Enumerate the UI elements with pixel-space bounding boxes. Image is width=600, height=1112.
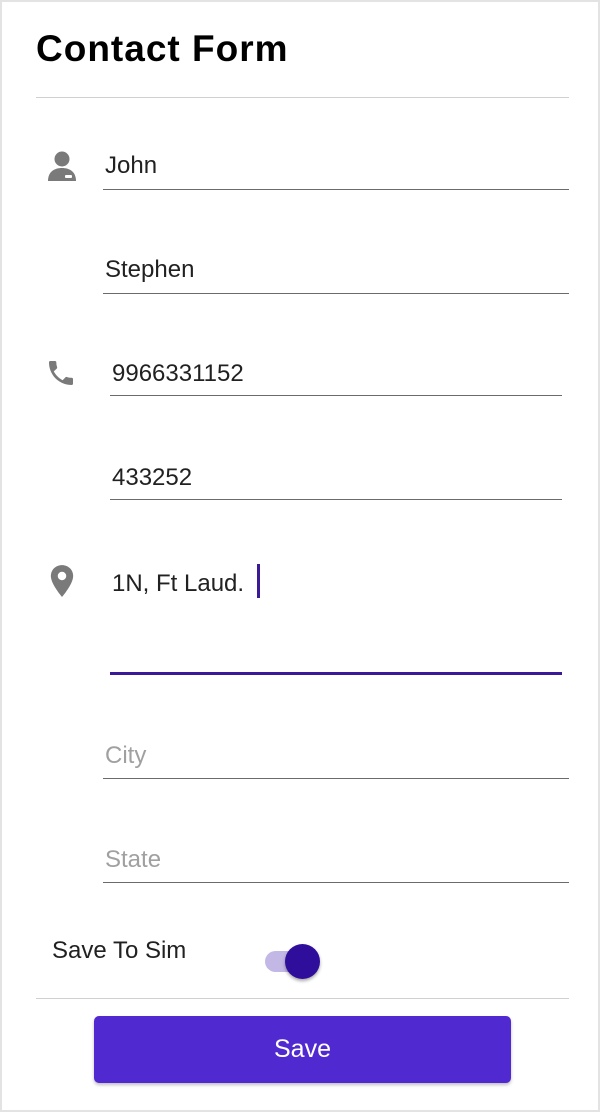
title-divider (36, 97, 569, 98)
person-icon (45, 149, 79, 183)
text-cursor (257, 564, 260, 598)
address-input[interactable] (110, 568, 260, 600)
contact-form-screen: Contact Form John Stephen 9966331152 433… (0, 0, 600, 1112)
state-input[interactable] (103, 844, 569, 876)
phone-number-input[interactable] (110, 358, 562, 390)
phone-ext-field[interactable] (110, 454, 562, 500)
city-field[interactable] (103, 732, 569, 779)
phone-ext-input[interactable] (110, 462, 562, 494)
phone-number-field[interactable] (110, 350, 562, 396)
save-to-sim-label: Save To Sim (52, 937, 187, 964)
footer-divider (36, 998, 569, 999)
last-name-input[interactable] (103, 254, 569, 286)
first-name-input[interactable] (103, 150, 569, 182)
save-to-sim-toggle[interactable] (265, 944, 321, 979)
city-input[interactable] (103, 740, 569, 772)
save-button[interactable]: Save (94, 1016, 511, 1083)
first-name-field[interactable] (103, 142, 569, 190)
state-field[interactable] (103, 836, 569, 883)
location-pin-icon (45, 564, 79, 598)
page-title: Contact Form (36, 28, 289, 69)
phone-icon (44, 356, 78, 390)
address-field[interactable] (110, 558, 562, 675)
last-name-field[interactable] (103, 246, 569, 294)
toggle-thumb (285, 944, 320, 979)
